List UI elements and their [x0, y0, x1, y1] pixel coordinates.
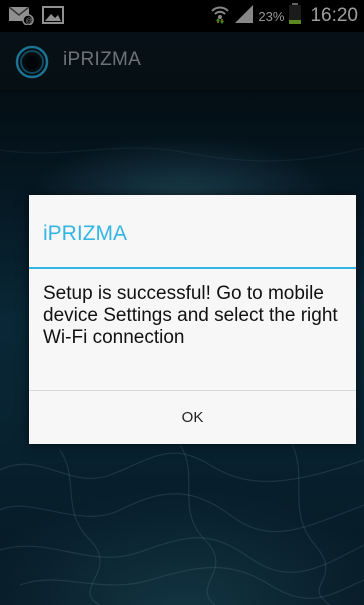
dialog-title: iPRIZMA — [43, 222, 127, 245]
dialog-title-divider — [29, 267, 356, 269]
dialog-message: Setup is successful! Go to mobile device… — [43, 283, 338, 348]
setup-success-dialog: iPRIZMA Setup is successful! Go to mobil… — [29, 195, 356, 444]
app-screen: @ 23% 16:20 iPRIZMA iPRIZMA Setup is suc… — [0, 0, 364, 605]
ok-button[interactable]: OK — [29, 391, 356, 444]
